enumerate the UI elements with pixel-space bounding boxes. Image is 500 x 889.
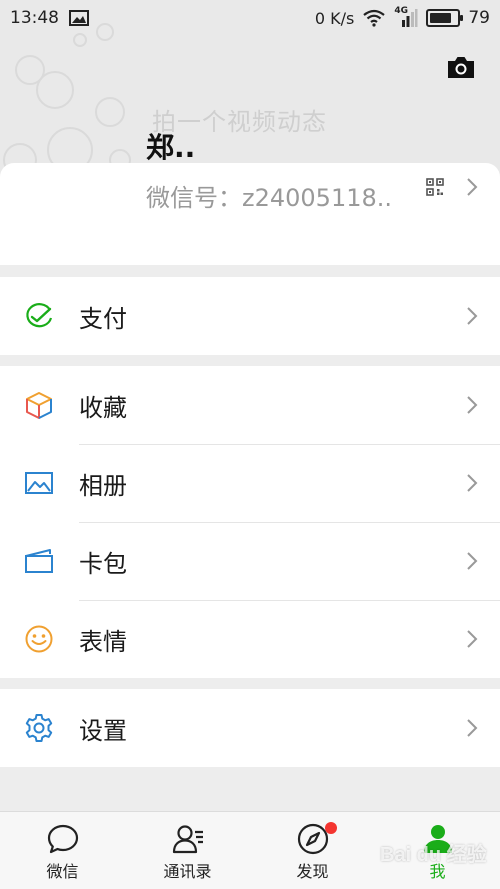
chevron-right-icon bbox=[467, 307, 478, 325]
tab-chats[interactable]: 微信 bbox=[0, 812, 125, 889]
clock: 13:48 bbox=[10, 8, 59, 28]
tab-label-discover: 发现 bbox=[296, 862, 329, 881]
menu-item-album[interactable]: 相册 bbox=[0, 444, 500, 522]
qr-code-icon[interactable] bbox=[426, 178, 444, 196]
pay-group: 支付 bbox=[0, 277, 500, 355]
menu-label-cards: 卡包 bbox=[79, 549, 127, 578]
signal-icon bbox=[402, 9, 418, 27]
contacts-icon bbox=[172, 825, 203, 854]
tab-label-me: 我 bbox=[429, 862, 446, 881]
chevron-right-icon bbox=[467, 552, 478, 570]
person-icon bbox=[423, 825, 452, 853]
menu-label-favorites: 收藏 bbox=[79, 393, 127, 422]
tab-label-contacts: 通讯录 bbox=[163, 862, 212, 881]
favorites-cube-icon bbox=[26, 392, 52, 419]
album-icon bbox=[25, 472, 53, 494]
menu-label-stickers: 表情 bbox=[79, 627, 127, 656]
status-bar: 13:48 0 K/s 4G 79 bbox=[0, 0, 500, 36]
chevron-right-icon bbox=[467, 719, 478, 737]
chat-bubble-icon bbox=[47, 824, 78, 854]
battery-icon bbox=[426, 9, 464, 27]
camera-icon[interactable] bbox=[446, 54, 476, 80]
tab-discover[interactable]: 发现 bbox=[250, 812, 375, 889]
card-wallet-icon bbox=[25, 549, 53, 573]
notification-dot bbox=[325, 822, 337, 834]
menu-item-favorites[interactable]: 收藏 bbox=[0, 366, 500, 444]
menu-item-cards[interactable]: 卡包 bbox=[0, 522, 500, 600]
tab-label-chats: 微信 bbox=[46, 862, 79, 881]
chevron-right-icon bbox=[467, 474, 478, 492]
chevron-right-icon bbox=[467, 178, 478, 196]
content-group: 收藏 相册 卡包 表情 bbox=[0, 366, 500, 678]
profile-card[interactable]: 微信号：z24005118.. bbox=[0, 163, 500, 265]
chevron-right-icon bbox=[467, 396, 478, 414]
tab-me[interactable]: 我 bbox=[375, 812, 500, 889]
username: 郑.. bbox=[146, 131, 196, 164]
pay-icon bbox=[26, 303, 53, 328]
menu-label-pay: 支付 bbox=[79, 304, 127, 333]
signal-indicator: 4G bbox=[394, 6, 418, 28]
menu-item-stickers[interactable]: 表情 bbox=[0, 600, 500, 678]
battery-level: 79 bbox=[468, 8, 490, 28]
tab-contacts[interactable]: 通讯录 bbox=[125, 812, 250, 889]
gear-icon bbox=[25, 714, 53, 742]
net-speed: 0 K/s bbox=[314, 8, 355, 28]
wechat-id: 微信号：z24005118.. bbox=[146, 184, 393, 212]
bottom-tab-bar: 微信 通讯录 发现 我 bbox=[0, 811, 500, 889]
menu-label-settings: 设置 bbox=[79, 716, 127, 745]
settings-group: 设置 bbox=[0, 689, 500, 767]
image-notification-icon bbox=[69, 10, 89, 26]
menu-item-settings[interactable]: 设置 bbox=[0, 689, 500, 767]
chevron-right-icon bbox=[467, 630, 478, 648]
menu-item-pay[interactable]: 支付 bbox=[0, 277, 500, 355]
wifi-icon bbox=[363, 9, 386, 27]
menu-label-album: 相册 bbox=[79, 471, 127, 500]
smiley-icon bbox=[25, 625, 53, 653]
